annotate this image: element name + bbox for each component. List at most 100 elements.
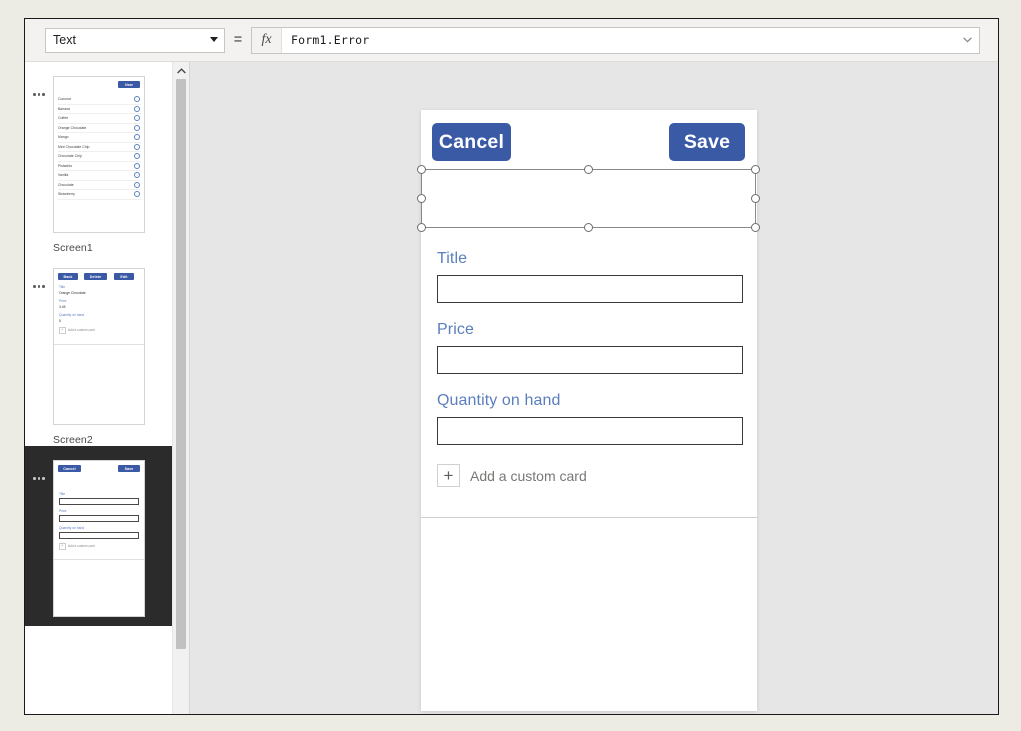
- list-item: Strawberry ›: [58, 190, 141, 200]
- mini-new-button: New: [118, 81, 140, 88]
- field-label-quantity: Quantity on hand: [437, 392, 561, 409]
- mini-field-label: Title: [59, 285, 66, 289]
- field-label-price: Price: [437, 321, 474, 338]
- mini-add-custom-card: + Add a custom card: [59, 327, 139, 334]
- app-window: Text = fx Form1.Error New Coconut › Bana…: [24, 18, 999, 715]
- screen-label: Screen1: [53, 242, 93, 254]
- list-item-label: Mango: [58, 135, 69, 140]
- field-title: Title: [437, 250, 743, 303]
- resize-handle-middle-right[interactable]: [751, 194, 760, 203]
- thumbnail-wrapper-screen2[interactable]: Back Delete Edit Title Orange Chocolate …: [53, 268, 145, 446]
- list-item-label: Mint Chocolate Chip: [58, 144, 90, 149]
- list-item-label: Chocolate: [58, 182, 74, 187]
- list-item: Mint Chocolate Chip ›: [58, 143, 141, 152]
- formula-input[interactable]: Form1.Error: [282, 28, 955, 53]
- screen-entry-selected[interactable]: Cancel Save Title Price Quantity on hand…: [25, 446, 189, 626]
- mini-field: Quantity on hand 5: [59, 313, 139, 323]
- list-item-label: Pistachio: [58, 163, 73, 168]
- mini-field-input: [59, 531, 139, 539]
- body-area: New Coconut › Banana › Coffee › Orange Choc…: [25, 62, 998, 714]
- mini-field-value: 5: [59, 318, 61, 323]
- resize-handle-middle-left[interactable]: [417, 194, 426, 203]
- mini-field: Quantity on hand: [59, 526, 139, 539]
- phone-canvas[interactable]: Cancel Save Title Price Quantity on hand…: [417, 110, 760, 711]
- chevron-right-icon: ›: [134, 172, 140, 179]
- property-select-wrapper: Text: [45, 27, 225, 53]
- chevron-right-icon: ›: [134, 162, 140, 169]
- scrollbar-thumb[interactable]: [176, 79, 186, 649]
- list-item-label: Coffee: [58, 116, 69, 121]
- chevron-up-icon[interactable]: [173, 62, 189, 79]
- chevron-right-icon: ›: [134, 105, 140, 112]
- mini-edit-form: Title Price Quantity on hand + Add a cus…: [59, 492, 139, 550]
- save-button[interactable]: Save: [669, 123, 745, 161]
- chevron-down-icon[interactable]: [955, 28, 979, 53]
- thumbnail-wrapper-screen1[interactable]: New Coconut › Banana › Coffee › Orange Choc…: [53, 76, 145, 254]
- mini-back-button: Back: [58, 273, 78, 280]
- list-item: Banana ›: [58, 105, 141, 114]
- property-dropdown[interactable]: Text: [45, 27, 225, 53]
- quantity-input[interactable]: [437, 417, 743, 445]
- field-price: Price: [437, 321, 743, 374]
- field-quantity-on-hand: Quantity on hand: [437, 392, 743, 445]
- price-input[interactable]: [437, 346, 743, 374]
- mini-field-label: Title: [59, 492, 66, 496]
- plus-icon[interactable]: +: [437, 464, 460, 487]
- list-item-label: Orange Chocolate: [58, 125, 87, 130]
- screen-label: Screen2: [53, 434, 93, 446]
- mini-field: Title: [59, 492, 139, 505]
- list-item-label: Chocolate Chip: [58, 154, 82, 159]
- mini-field: Price 3.45: [59, 299, 139, 309]
- mini-add-custom-card: + Add a custom card: [59, 543, 139, 550]
- title-input[interactable]: [437, 275, 743, 303]
- mini-field: Price: [59, 509, 139, 522]
- canvas-area[interactable]: Cancel Save Title Price Quantity on hand…: [189, 62, 998, 714]
- mini-delete-button: Delete: [84, 273, 107, 280]
- fx-icon[interactable]: fx: [252, 27, 282, 53]
- mini-add-card-label: Add a custom card: [68, 544, 95, 549]
- mini-field-value: Orange Chocolate: [59, 290, 86, 295]
- list-item: Chocolate ›: [58, 181, 141, 190]
- list-item: Chocolate Chip ›: [58, 152, 141, 162]
- mini-field-label: Quantity on hand: [59, 313, 85, 317]
- chevron-right-icon: ›: [134, 181, 140, 188]
- mini-detail-form: Title Orange Chocolate Price 3.45 Quanti…: [59, 285, 139, 334]
- mini-field-value: 3.45: [59, 304, 66, 309]
- mini-add-card-label: Add a custom card: [68, 328, 95, 333]
- list-item: Orange Chocolate ›: [58, 124, 141, 133]
- add-custom-card-button[interactable]: + Add a custom card: [437, 464, 587, 487]
- selected-control[interactable]: [417, 165, 760, 232]
- list-item: Coconut ›: [58, 95, 141, 105]
- resize-handle-top-right[interactable]: [751, 165, 760, 174]
- list-item-label: Banana: [58, 106, 70, 111]
- mini-field-label: Price: [59, 299, 67, 303]
- cancel-button[interactable]: Cancel: [432, 123, 511, 161]
- mini-field-label: Quantity on hand: [59, 526, 85, 530]
- ellipsis-menu-icon[interactable]: [25, 460, 53, 480]
- mini-field-input: [59, 497, 139, 505]
- screen-entry-screen2[interactable]: Back Delete Edit Title Orange Chocolate …: [25, 254, 189, 446]
- resize-handle-top-left[interactable]: [417, 165, 426, 174]
- thumbnail-screen2[interactable]: Back Delete Edit Title Orange Chocolate …: [53, 268, 145, 425]
- chevron-right-icon: ›: [134, 191, 140, 198]
- thumbnail-screen1[interactable]: New Coconut › Banana › Coffee › Orange Choc…: [53, 76, 145, 233]
- mini-divider: [54, 559, 144, 560]
- chevron-right-icon: ›: [134, 115, 140, 122]
- mini-save-button: Save: [118, 465, 140, 472]
- screens-panel-scrollbar[interactable]: [172, 62, 189, 714]
- formula-input-group: fx Form1.Error: [251, 26, 980, 54]
- list-item-label: Coconut: [58, 97, 71, 102]
- resize-handle-top-center[interactable]: [584, 165, 593, 174]
- list-item: Vanilla ›: [58, 171, 141, 181]
- formula-bar: Text = fx Form1.Error: [25, 19, 998, 62]
- ellipsis-menu-icon[interactable]: [25, 76, 53, 96]
- mini-field-input: [59, 514, 139, 522]
- chevron-right-icon: ›: [134, 143, 140, 150]
- thumbnail-wrapper-selected[interactable]: Cancel Save Title Price Quantity on hand…: [53, 460, 145, 626]
- chevron-right-icon: ›: [134, 134, 140, 141]
- plus-icon: +: [59, 327, 66, 334]
- thumbnail-selected-screen[interactable]: Cancel Save Title Price Quantity on hand…: [53, 460, 145, 617]
- ellipsis-menu-icon[interactable]: [25, 268, 53, 288]
- screen-entry-screen1[interactable]: New Coconut › Banana › Coffee › Orange Choc…: [25, 62, 189, 254]
- screens-panel[interactable]: New Coconut › Banana › Coffee › Orange Choc…: [25, 62, 189, 714]
